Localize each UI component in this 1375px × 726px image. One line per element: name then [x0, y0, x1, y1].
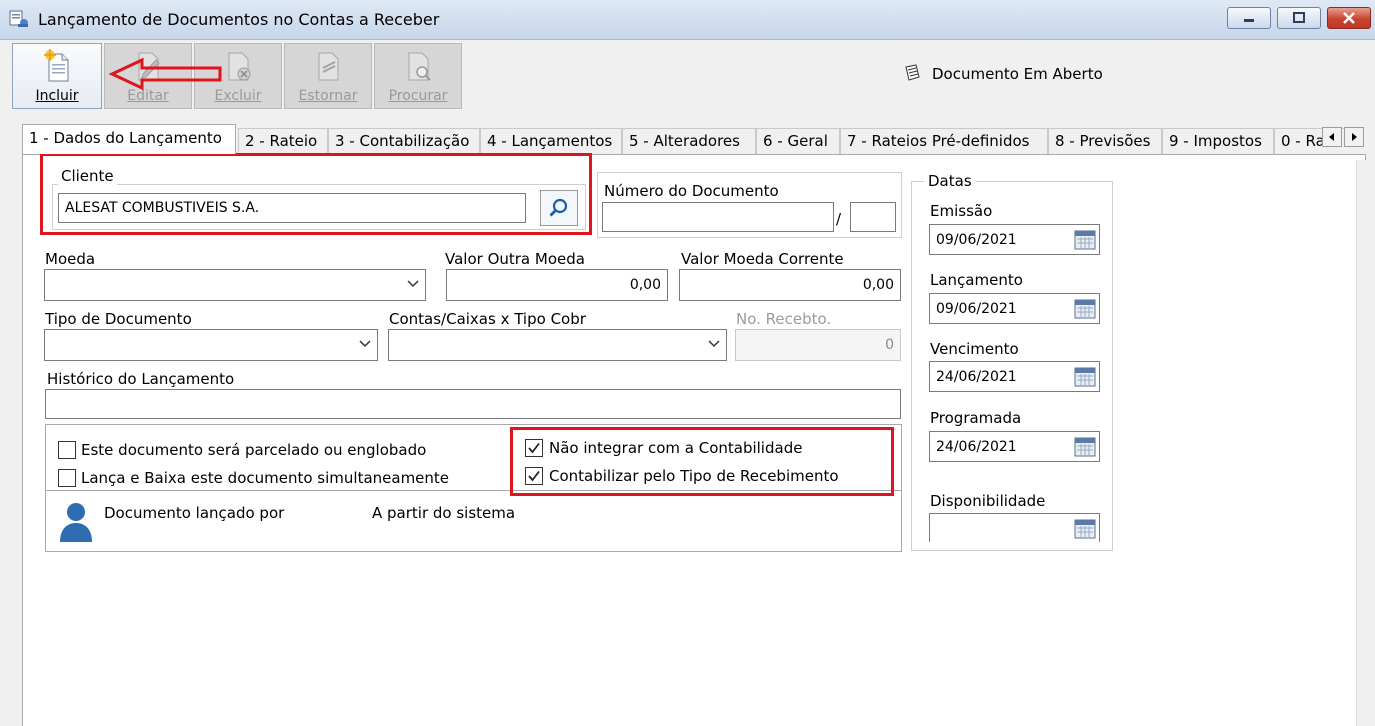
arrow-right-icon — [1352, 133, 1357, 141]
document-status-icon — [903, 63, 923, 83]
valor-moeda-corrente-label: Valor Moeda Corrente — [681, 250, 844, 268]
maximize-icon — [1293, 12, 1305, 23]
app-icon — [8, 9, 30, 29]
tab-rateio[interactable]: 2 - Rateio — [238, 128, 328, 154]
tab-strip: 1 - Dados do Lançamento 2 - Rateio 3 - C… — [22, 124, 1344, 154]
emissao-value: 09/06/2021 — [936, 232, 1017, 248]
disponibilidade-field[interactable] — [929, 513, 1100, 542]
procurar-button[interactable]: Procurar — [374, 43, 462, 109]
programada-label: Programada — [930, 409, 1022, 427]
lancamento-field[interactable]: 09/06/2021 — [929, 293, 1100, 324]
lancamento-value: 09/06/2021 — [936, 301, 1017, 317]
cliente-label: Cliente — [58, 167, 117, 185]
checkmark-icon — [528, 470, 540, 482]
valor-outra-moeda-label: Valor Outra Moeda — [445, 250, 585, 268]
close-button[interactable] — [1327, 7, 1371, 29]
minimize-button[interactable] — [1227, 7, 1271, 29]
minimize-icon — [1244, 19, 1254, 22]
nao-integrar-label: Não integrar com a Contabilidade — [549, 439, 803, 457]
emissao-label: Emissão — [930, 202, 993, 220]
tab-scroll-right-button[interactable] — [1344, 127, 1364, 147]
calendar-icon[interactable] — [1074, 366, 1096, 388]
tab-rateios-predefinidos[interactable]: 7 - Rateios Pré-definidos — [840, 128, 1048, 154]
valor-moeda-corrente-field[interactable]: 0,00 — [679, 269, 901, 301]
close-icon — [1343, 12, 1355, 24]
vencimento-field[interactable]: 24/06/2021 — [929, 361, 1100, 392]
vencimento-label: Vencimento — [930, 340, 1019, 358]
annotation-arrow-icon — [108, 57, 222, 91]
moeda-label: Moeda — [45, 250, 96, 268]
calendar-icon[interactable] — [1074, 436, 1096, 458]
parcelado-label: Este documento será parcelado ou engloba… — [81, 441, 427, 459]
tipo-documento-select[interactable] — [44, 329, 378, 361]
arrow-left-icon — [1329, 133, 1334, 141]
moeda-select[interactable] — [44, 269, 426, 301]
tab-contabilizacao[interactable]: 3 - Contabilização — [328, 128, 480, 154]
disponibilidade-label: Disponibilidade — [930, 492, 1046, 510]
numero-documento-separator: / — [836, 210, 842, 228]
tab-impostos[interactable]: 9 - Impostos — [1162, 128, 1274, 154]
estornar-button[interactable]: Estornar — [284, 43, 372, 109]
numero-documento-field[interactable] — [602, 202, 834, 232]
chevron-down-icon — [359, 340, 371, 348]
search-document-icon — [408, 52, 431, 81]
chevron-down-icon — [407, 280, 419, 288]
title-bar[interactable]: Lançamento de Documentos no Contas a Rec… — [0, 0, 1375, 40]
vencimento-value: 24/06/2021 — [936, 369, 1017, 385]
lancado-por-label: Documento lançado por — [104, 504, 285, 522]
nao-integrar-checkbox[interactable] — [525, 439, 543, 457]
calendar-icon[interactable] — [1074, 518, 1096, 540]
programada-value: 24/06/2021 — [936, 439, 1017, 455]
contabilizar-checkbox[interactable] — [525, 467, 543, 485]
lanca-baixa-label: Lança e Baixa este documento simultaneam… — [81, 469, 450, 487]
calendar-icon[interactable] — [1074, 298, 1096, 320]
checkmark-icon — [528, 442, 540, 454]
lancamento-label: Lançamento — [930, 271, 1023, 289]
numero-documento-label: Número do Documento — [604, 182, 779, 200]
cliente-search-button[interactable] — [540, 190, 578, 226]
tipo-documento-label: Tipo de Documento — [45, 310, 192, 328]
tab-dados-lancamento[interactable]: 1 - Dados do Lançamento — [22, 124, 236, 154]
delete-document-icon — [228, 52, 251, 81]
new-document-icon — [44, 49, 69, 82]
historico-field[interactable] — [45, 389, 901, 419]
datas-title: Datas — [924, 172, 976, 190]
search-icon — [549, 198, 568, 217]
programada-field[interactable]: 24/06/2021 — [929, 431, 1100, 462]
emissao-field[interactable]: 09/06/2021 — [929, 224, 1100, 255]
tab-scroll-left-button[interactable] — [1322, 127, 1342, 147]
maximize-button[interactable] — [1277, 7, 1321, 29]
no-recebto-label: No. Recebto. — [736, 310, 832, 328]
tab-geral[interactable]: 6 - Geral — [756, 128, 840, 154]
lancado-por-value: A partir do sistema — [372, 504, 516, 522]
historico-label: Histórico do Lançamento — [47, 370, 235, 388]
numero-documento-serie-field[interactable] — [850, 202, 896, 232]
contas-caixas-select[interactable] — [388, 329, 727, 361]
contabilizar-label: Contabilizar pelo Tipo de Recebimento — [549, 467, 839, 485]
contas-caixas-label: Contas/Caixas x Tipo Cobr — [389, 310, 586, 328]
window-title: Lançamento de Documentos no Contas a Rec… — [38, 10, 440, 29]
tab-alteradores[interactable]: 5 - Alteradores — [622, 128, 756, 154]
tab-lancamentos[interactable]: 4 - Lançamentos — [480, 128, 622, 154]
document-status: Documento Em Aberto — [932, 65, 1103, 83]
cliente-field[interactable]: ALESAT COMBUSTIVEIS S.A. — [58, 193, 526, 223]
chevron-down-icon — [708, 340, 720, 348]
estornar-label: Estornar — [298, 88, 358, 104]
no-recebto-field[interactable]: 0 — [735, 329, 901, 361]
valor-outra-moeda-field[interactable]: 0,00 — [446, 269, 668, 301]
reverse-document-icon — [318, 52, 339, 81]
calendar-icon[interactable] — [1074, 229, 1096, 251]
incluir-label: Incluir — [35, 88, 79, 104]
incluir-button[interactable]: Incluir — [12, 43, 102, 109]
user-icon — [58, 500, 94, 544]
lanca-baixa-checkbox[interactable] — [58, 469, 76, 487]
vertical-scrollbar[interactable] — [1356, 160, 1374, 726]
tab-previsoes[interactable]: 8 - Previsões — [1048, 128, 1162, 154]
options-divider — [46, 490, 901, 491]
parcelado-checkbox[interactable] — [58, 441, 76, 459]
procurar-label: Procurar — [388, 88, 448, 104]
